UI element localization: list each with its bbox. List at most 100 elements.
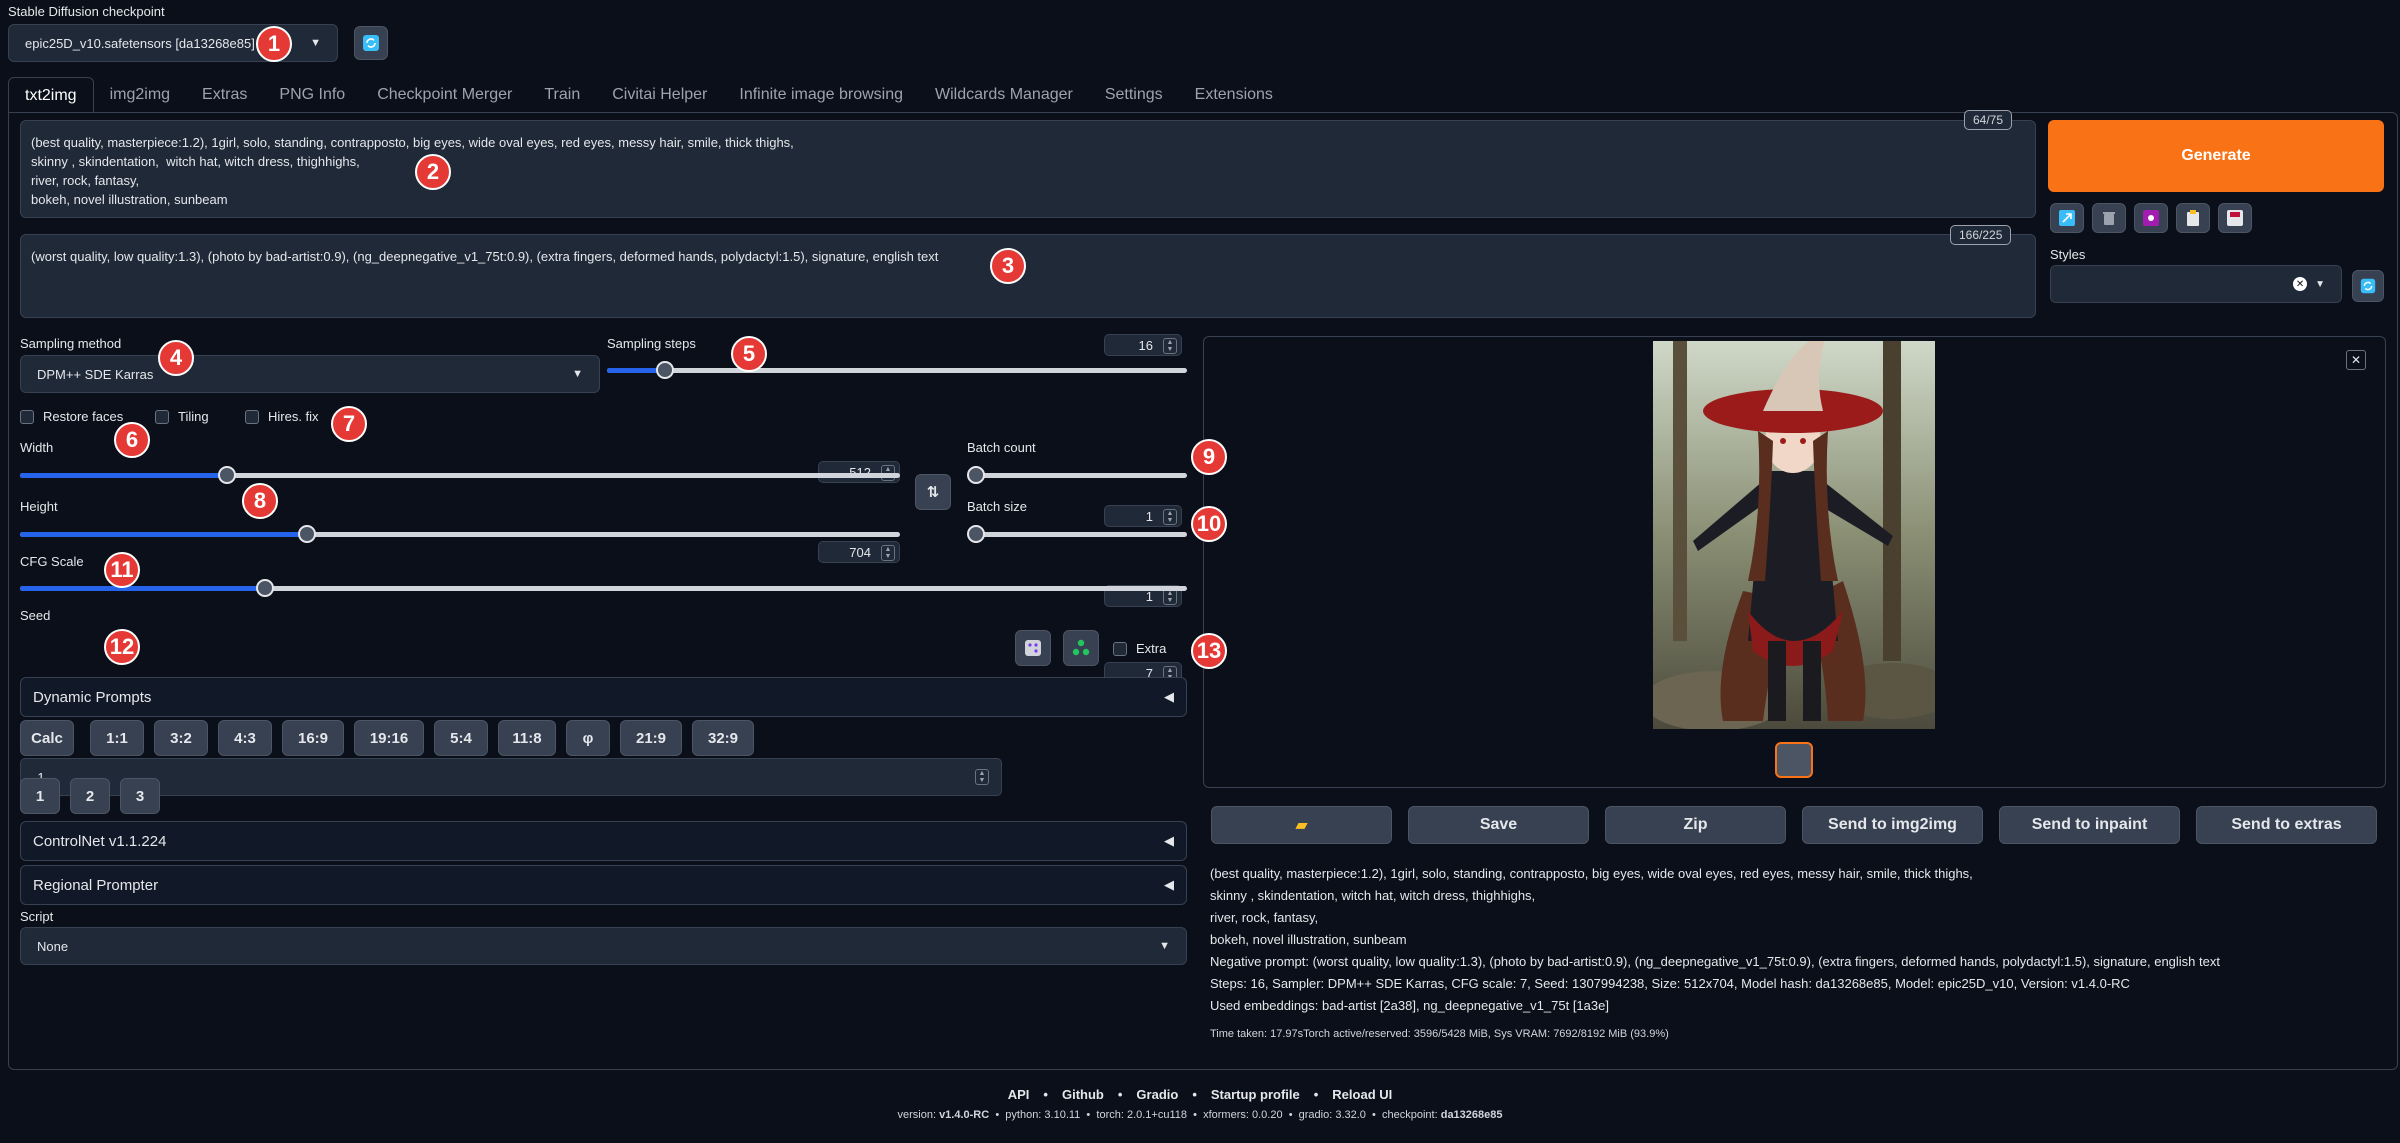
startup-profile-link[interactable]: Startup profile bbox=[1211, 1087, 1300, 1102]
script-dropdown[interactable]: None ▼ bbox=[20, 927, 1187, 965]
styles-dropdown[interactable]: ✕ ▼ bbox=[2050, 265, 2342, 303]
apply-style-button[interactable] bbox=[2176, 203, 2210, 233]
tab-train[interactable]: Train bbox=[528, 77, 596, 113]
checkbox-box[interactable] bbox=[20, 409, 34, 424]
send-to-extras-button[interactable]: Send to extras bbox=[2196, 806, 2377, 844]
reuse-seed-button[interactable] bbox=[1063, 630, 1099, 666]
slider-thumb[interactable] bbox=[656, 361, 674, 379]
generate-button[interactable]: Generate bbox=[2048, 120, 2384, 192]
ratio-4-3-button[interactable]: 4:3 bbox=[218, 720, 272, 756]
swap-dimensions-button[interactable]: ⇅ bbox=[915, 474, 951, 510]
spinner-icon[interactable]: ▲▼ bbox=[1163, 338, 1177, 354]
generated-image[interactable] bbox=[1653, 341, 1935, 729]
regional-prompter-label: Regional Prompter bbox=[33, 876, 159, 894]
regional-prompter-accordion[interactable]: Regional Prompter ◀ bbox=[20, 865, 1187, 905]
controlnet-accordion[interactable]: ControlNet v1.1.224 ◀ bbox=[20, 821, 1187, 861]
sampling-method-dropdown[interactable]: DPM++ SDE Karras ▼ bbox=[20, 355, 600, 393]
height-input[interactable]: 704 ▲ ▼ bbox=[818, 541, 900, 563]
floppy-disk-icon bbox=[2227, 210, 2243, 226]
clear-prompt-button[interactable] bbox=[2092, 203, 2126, 233]
negative-prompt-textarea[interactable]: (worst quality, low quality:1.3), (photo… bbox=[20, 234, 2036, 318]
api-link[interactable]: API bbox=[1008, 1087, 1030, 1102]
height-slider[interactable] bbox=[20, 525, 900, 543]
slider-thumb[interactable] bbox=[217, 466, 236, 484]
width-label: Width bbox=[20, 440, 54, 455]
tiling-checkbox[interactable]: Tiling bbox=[155, 409, 209, 424]
ratio-21-9-button[interactable]: 21:9 bbox=[620, 720, 682, 756]
github-link[interactable]: Github bbox=[1062, 1087, 1104, 1102]
send-to-inpaint-button[interactable]: Send to inpaint bbox=[1999, 806, 2180, 844]
save-button[interactable]: Save bbox=[1408, 806, 1589, 844]
sampling-steps-input[interactable]: 16 ▲ ▼ bbox=[1104, 334, 1182, 356]
checkbox-box[interactable] bbox=[155, 409, 169, 424]
ratio-3-2-button[interactable]: 3:2 bbox=[154, 720, 208, 756]
checkbox-box[interactable] bbox=[245, 409, 259, 424]
slider-thumb[interactable] bbox=[967, 525, 985, 543]
dynamic-prompts-accordion[interactable]: Dynamic Prompts ◀ bbox=[20, 677, 1187, 717]
clipboard-icon bbox=[2187, 210, 2199, 226]
spinner-icon[interactable]: ▲▼ bbox=[881, 545, 895, 561]
extra-seed-checkbox[interactable]: Extra bbox=[1113, 641, 1166, 656]
batch-count-slider[interactable] bbox=[967, 466, 1187, 484]
close-icon[interactable]: ✕ bbox=[2346, 350, 2366, 370]
width-slider[interactable] bbox=[20, 466, 900, 484]
zip-button[interactable]: Zip bbox=[1605, 806, 1786, 844]
preset-2-button[interactable]: 2 bbox=[70, 778, 110, 814]
folder-icon: ▰ bbox=[1295, 817, 1308, 834]
read-params-button[interactable] bbox=[2050, 203, 2084, 233]
ratio-16-9-button[interactable]: 16:9 bbox=[282, 720, 344, 756]
random-seed-button[interactable] bbox=[1015, 630, 1051, 666]
reload-ui-link[interactable]: Reload UI bbox=[1332, 1087, 1392, 1102]
batch-count-input[interactable]: 1 ▲ ▼ bbox=[1104, 505, 1182, 527]
annotation-badge: 1 bbox=[256, 26, 292, 62]
tab-wildcards-manager[interactable]: Wildcards Manager bbox=[919, 77, 1089, 113]
sampling-steps-slider[interactable] bbox=[607, 361, 1187, 379]
tab-extensions[interactable]: Extensions bbox=[1179, 77, 1289, 113]
ratio-5-4-button[interactable]: 5:4 bbox=[434, 720, 488, 756]
ratio-11-8-button[interactable]: 11:8 bbox=[498, 720, 556, 756]
spinner-icon[interactable]: ▲▼ bbox=[1163, 509, 1177, 525]
spinner-icon[interactable]: ▲▼ bbox=[1163, 589, 1177, 605]
tab-extras[interactable]: Extras bbox=[186, 77, 263, 113]
clear-styles-icon[interactable]: ✕ bbox=[2293, 277, 2308, 291]
preset-1-button[interactable]: 1 bbox=[20, 778, 60, 814]
refresh-checkpoint-button[interactable] bbox=[354, 26, 388, 60]
restore-faces-checkbox[interactable]: Restore faces bbox=[20, 409, 123, 424]
open-folder-button[interactable]: ▰ bbox=[1211, 806, 1392, 844]
tab-civitai-helper[interactable]: Civitai Helper bbox=[596, 77, 723, 113]
ratio-32-9-button[interactable]: 32:9 bbox=[692, 720, 754, 756]
prompt-textarea[interactable]: (best quality, masterpiece:1.2), 1girl, … bbox=[20, 120, 2036, 218]
height-value: 704 bbox=[849, 544, 871, 560]
send-to-img2img-button[interactable]: Send to img2img bbox=[1802, 806, 1983, 844]
hires-fix-checkbox[interactable]: Hires. fix bbox=[245, 409, 319, 424]
batch-size-slider[interactable] bbox=[967, 525, 1187, 543]
save-style-button[interactable] bbox=[2218, 203, 2252, 233]
calc-button[interactable]: Calc bbox=[20, 720, 74, 756]
gallery-thumbnail[interactable] bbox=[1775, 742, 1813, 778]
preset-3-button[interactable]: 3 bbox=[120, 778, 160, 814]
tab-infinite-image-browsing[interactable]: Infinite image browsing bbox=[723, 77, 919, 113]
seed-input[interactable]: -1 ▲ ▼ bbox=[20, 758, 1002, 796]
card-icon bbox=[2143, 210, 2159, 226]
slider-thumb[interactable] bbox=[297, 525, 316, 543]
checkbox-box[interactable] bbox=[1113, 641, 1127, 656]
tab-png-info[interactable]: PNG Info bbox=[263, 77, 361, 113]
sampling-steps-label: Sampling steps bbox=[607, 336, 696, 351]
ratio-19-16-button[interactable]: 19:16 bbox=[354, 720, 424, 756]
tab-img2img[interactable]: img2img bbox=[94, 77, 186, 113]
refresh-styles-button[interactable] bbox=[2352, 270, 2384, 302]
slider-thumb[interactable] bbox=[256, 579, 275, 597]
tab-settings[interactable]: Settings bbox=[1089, 77, 1179, 113]
extra-networks-button[interactable] bbox=[2134, 203, 2168, 233]
ratio-phi-button[interactable]: φ bbox=[566, 720, 610, 756]
slider-thumb[interactable] bbox=[967, 466, 985, 484]
cfg-scale-slider[interactable] bbox=[20, 579, 1187, 597]
ratio-1-1-button[interactable]: 1:1 bbox=[90, 720, 144, 756]
spinner-icon[interactable]: ▲▼ bbox=[975, 769, 989, 785]
tab-checkpoint-merger[interactable]: Checkpoint Merger bbox=[361, 77, 528, 113]
width-input[interactable]: 512▲▼ bbox=[818, 461, 900, 483]
gradio-link[interactable]: Gradio bbox=[1136, 1087, 1178, 1102]
tab-txt2img[interactable]: txt2img bbox=[8, 77, 94, 113]
info-line: Negative prompt: (worst quality, low qua… bbox=[1210, 954, 2220, 969]
checkpoint-label: checkpoint: bbox=[1382, 1109, 1441, 1121]
